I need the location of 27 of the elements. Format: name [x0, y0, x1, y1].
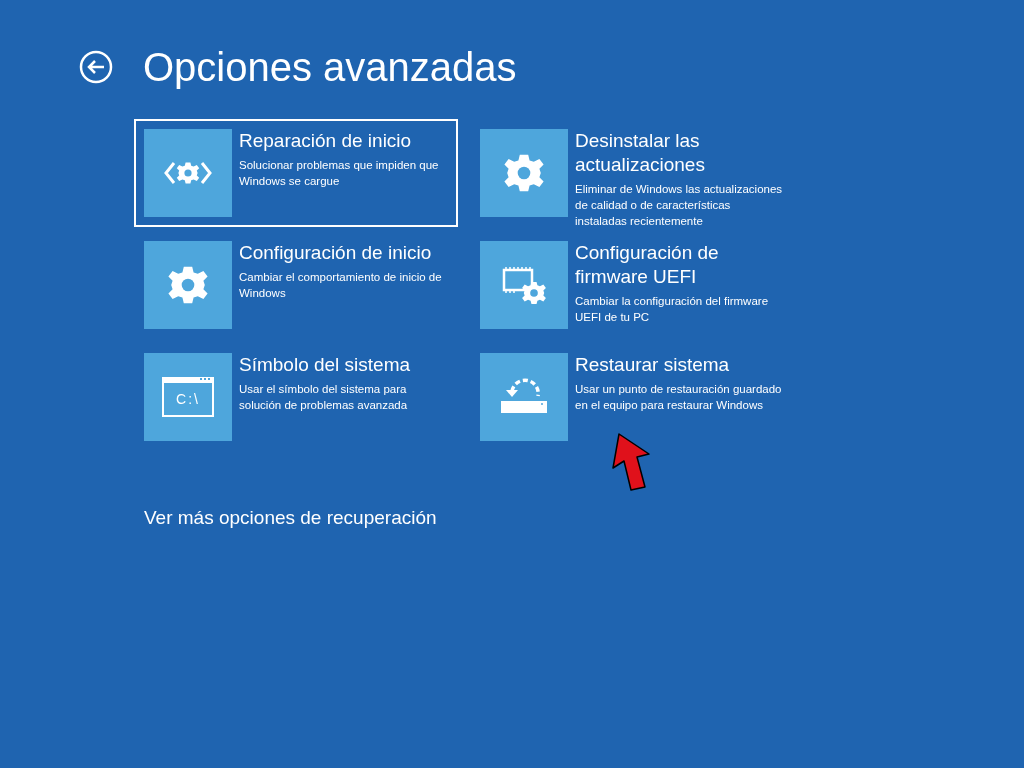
- option-description: Usar un punto de restauración guardado en el equipo para restaurar Windows: [575, 382, 783, 413]
- option-description: Eliminar de Windows las actualizaciones de calidad o de características instaladas recientemente: [575, 182, 784, 229]
- gear-icon: [144, 241, 232, 329]
- more-options-link[interactable]: Ver más opciones de recuperación: [144, 507, 437, 529]
- chip-gear-icon: [480, 241, 568, 329]
- option-tile[interactable]: Reparación de inicio Solucionar problemas que impiden que Windows se cargue: [134, 119, 458, 227]
- option-title: Símbolo del sistema: [239, 353, 412, 377]
- option-tile[interactable]: Desinstalar las actualizaciones Eliminar de Windows las actualizaciones de calidad o de características instaladas recientemente: [470, 119, 794, 227]
- option-tile[interactable]: Configuración de inicio Cambiar el comportamiento de inicio de Windows: [134, 231, 458, 339]
- option-description: Usar el símbolo del sistema para solución de problemas avanzada: [239, 382, 409, 413]
- option-tile[interactable]: C:\ Símbolo del sistema Usar el símbolo del sistema para solución de problemas avanzada: [134, 343, 458, 451]
- option-title: Configuración de firmware UEFI: [575, 241, 720, 289]
- back-icon[interactable]: [79, 50, 113, 84]
- code-gear-icon: [144, 129, 232, 217]
- prompt-text: C:\: [176, 391, 200, 407]
- option-title: Restaurar sistema: [575, 353, 731, 377]
- gear-icon: [480, 129, 568, 217]
- restore-icon: [480, 353, 568, 441]
- option-title: Desinstalar las actualizaciones: [575, 129, 706, 177]
- option-title: Configuración de inicio: [239, 241, 433, 265]
- option-description: Cambiar el comportamiento de inicio de Windows: [239, 270, 443, 301]
- option-description: Solucionar problemas que impiden que Windows se cargue: [239, 158, 440, 189]
- option-tile[interactable]: Configuración de firmware UEFI Cambiar la configuración del firmware UEFI de tu PC: [470, 231, 794, 339]
- option-description: Cambiar la configuración del firmware UEFI de tu PC: [575, 294, 770, 325]
- option-tile[interactable]: Restaurar sistema Usar un punto de restauración guardado en el equipo para restaurar Windows: [470, 343, 794, 451]
- option-title: Reparación de inicio: [239, 129, 413, 153]
- page-title: Opciones avanzadas: [143, 44, 517, 90]
